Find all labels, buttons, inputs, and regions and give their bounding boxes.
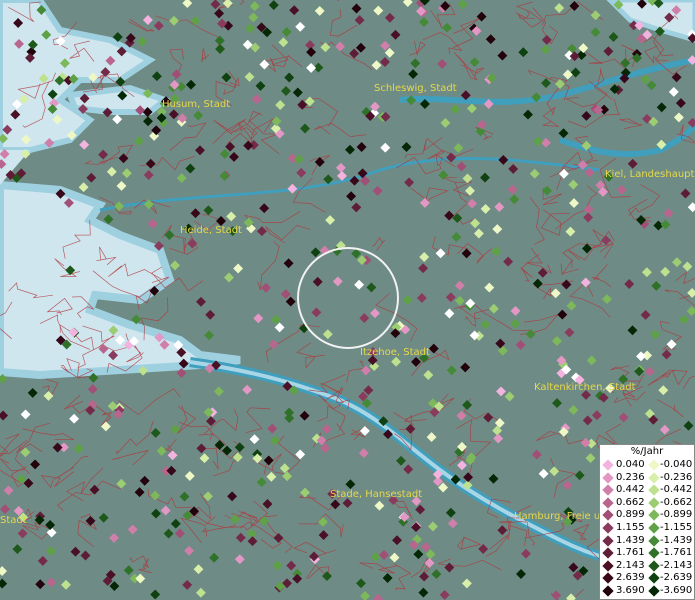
legend-title: %/Jahr xyxy=(630,446,664,457)
legend-label-negative: -2.143 xyxy=(660,559,693,571)
place-label-kaltenkirchen: Kaltenkirchen, Stadt xyxy=(534,382,636,393)
legend-row: 0.899 -0.899 xyxy=(600,509,695,522)
legend-swatch-positive xyxy=(602,484,614,496)
legend-label-positive: 0.662 xyxy=(616,496,645,508)
legend-swatch-negative xyxy=(648,534,660,547)
legend-label-positive: 0.236 xyxy=(616,471,645,483)
legend-label-positive: 1.761 xyxy=(616,547,645,559)
place-label-stadt: Stadt xyxy=(0,515,27,526)
legend-label-negative: -0.040 xyxy=(660,459,693,470)
legend-label-positive: 2.143 xyxy=(616,559,645,571)
legend-row: 3.690 -3.690 xyxy=(600,585,695,597)
legend-swatch-positive xyxy=(602,497,614,509)
legend-swatch-positive xyxy=(602,471,614,484)
legend-row: 2.143 -2.143 xyxy=(600,560,695,572)
legend-label-positive: 0.040 xyxy=(616,459,645,470)
legend-swatch-positive xyxy=(602,459,614,471)
legend-swatch-negative xyxy=(648,459,660,471)
legend-label-positive: 3.690 xyxy=(616,585,645,596)
legend-swatch-negative xyxy=(648,484,660,496)
legend-row: 1.439 -1.439 xyxy=(600,535,695,547)
legend-label-negative: -2.639 xyxy=(660,572,693,584)
place-label-heide: Heide, Stadt xyxy=(180,225,242,236)
legend-label-negative: -3.690 xyxy=(660,585,693,596)
legend-row: 1.761 -1.761 xyxy=(600,547,695,559)
legend-swatch-negative xyxy=(648,585,660,597)
legend-swatch-negative xyxy=(648,560,660,572)
legend-label-positive: 0.442 xyxy=(616,484,645,496)
legend-swatch-positive xyxy=(602,522,614,534)
place-label-hamburg: Hamburg, Freie u xyxy=(514,511,600,522)
legend-swatch-negative xyxy=(648,572,660,585)
legend-label-negative: -0.899 xyxy=(660,509,693,521)
legend-swatch-negative xyxy=(648,509,660,522)
place-label-schleswig: Schleswig, Stadt xyxy=(374,83,457,94)
legend-label-positive: 1.439 xyxy=(616,534,645,546)
place-label-itzehoe: Itzehoe, Stadt xyxy=(360,347,430,358)
legend-swatch-positive xyxy=(602,585,614,597)
legend-row: 1.155 -1.155 xyxy=(600,522,695,534)
legend-swatch-negative xyxy=(648,471,660,484)
legend-label-negative: -0.236 xyxy=(660,471,693,483)
legend-label-negative: -0.662 xyxy=(660,496,693,508)
legend-row: 0.040 -0.040 xyxy=(600,459,695,471)
legend-label-positive: 2.639 xyxy=(616,572,645,584)
legend-swatch-positive xyxy=(602,534,614,547)
legend-swatch-negative xyxy=(648,522,660,534)
legend-label-negative: -1.439 xyxy=(660,534,693,546)
legend-label-negative: -1.761 xyxy=(660,547,693,559)
legend-swatch-positive xyxy=(602,560,614,572)
place-label-kiel: Kiel, Landeshaupts xyxy=(605,169,695,180)
map-canvas[interactable]: Husum, Stadt Schleswig, Stadt Kiel, Land… xyxy=(0,0,695,600)
legend-row: 0.442 -0.442 xyxy=(600,484,695,496)
legend-swatch-positive xyxy=(602,547,614,559)
legend-swatch-positive xyxy=(602,572,614,585)
legend-swatch-negative xyxy=(648,497,660,509)
legend-label-negative: -0.442 xyxy=(660,484,693,496)
place-label-husum: Husum, Stadt xyxy=(162,99,230,110)
legend: %/Jahr 0.040 -0.040 0.236 -0.236 0.442 -0.442… xyxy=(599,444,695,600)
legend-row: 2.639 -2.639 xyxy=(600,572,695,585)
legend-swatch-positive xyxy=(602,509,614,522)
legend-swatch-negative xyxy=(648,547,660,559)
legend-label-positive: 0.899 xyxy=(616,509,645,521)
legend-row: 0.662 -0.662 xyxy=(600,497,695,509)
legend-label-negative: -1.155 xyxy=(660,522,693,533)
legend-row: 0.236 -0.236 xyxy=(600,472,695,484)
legend-label-positive: 1.155 xyxy=(616,522,645,533)
place-label-stade: Stade, Hansestadt xyxy=(330,489,422,500)
